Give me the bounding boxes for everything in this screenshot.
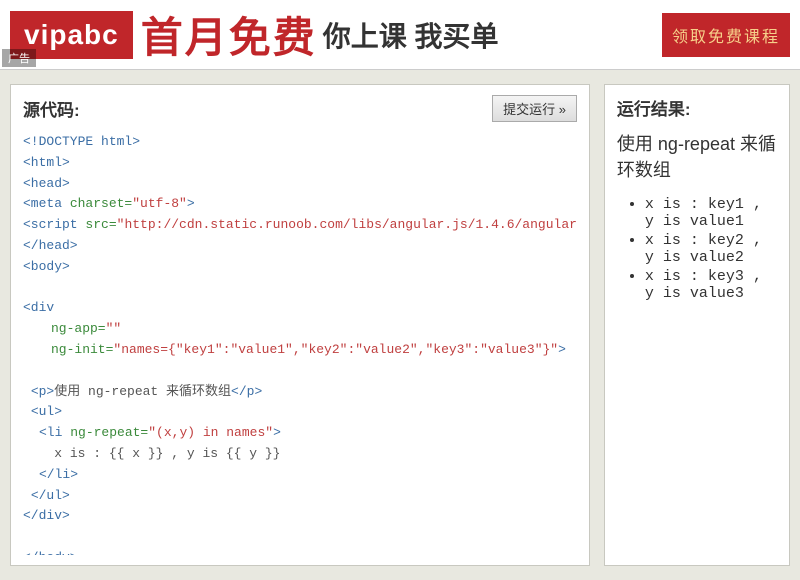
code-line: </ul>: [31, 488, 70, 503]
code-line: <ul>: [31, 404, 62, 419]
code-attr: ng-init=: [51, 342, 113, 357]
run-button[interactable]: 提交运行 »: [492, 95, 577, 122]
code-line: </p>: [231, 384, 262, 399]
code-attr: ng-repeat=: [70, 425, 148, 440]
code-line: </div>: [23, 508, 70, 523]
source-panel: 源代码: 提交运行 » <!DOCTYPE html> <html> <head…: [10, 84, 590, 566]
ad-label: 广告: [2, 49, 36, 67]
code-editor[interactable]: <!DOCTYPE html> <html> <head> <meta char…: [23, 132, 577, 555]
code-line: </li>: [39, 467, 78, 482]
code-line: >: [558, 342, 566, 357]
result-panel-header: 运行结果:: [617, 95, 777, 120]
list-item: x is : key1 , y is value1: [645, 196, 777, 230]
result-list: x is : key1 , y is value1 x is : key2 , …: [617, 196, 777, 302]
source-title: 源代码:: [23, 96, 80, 121]
code-line: </body>: [23, 550, 78, 555]
ad-headline: 首月免费: [141, 4, 317, 65]
code-line: >: [187, 196, 195, 211]
source-panel-header: 源代码: 提交运行 »: [23, 95, 577, 122]
code-attr: src=: [85, 217, 116, 232]
code-attr: ng-app=: [51, 321, 106, 336]
code-line: <script: [23, 217, 85, 232]
code-str: "names={"key1":"value1","key2":"value2",…: [113, 342, 558, 357]
code-line: <html>: [23, 155, 70, 170]
code-str: "http://cdn.static.runoob.com/libs/angul…: [117, 217, 577, 232]
ad-cta-button[interactable]: 领取免费课程: [662, 13, 790, 57]
code-line: >: [273, 425, 281, 440]
code-str: "(x,y) in names": [148, 425, 273, 440]
code-line: <meta: [23, 196, 70, 211]
list-item: x is : key3 , y is value3: [645, 268, 777, 302]
code-line: <p>: [31, 384, 54, 399]
code-line: </head>: [23, 238, 78, 253]
code-text: x is : {{ x }} , y is {{ y }}: [54, 446, 280, 461]
code-text: 使用 ng-repeat 来循环数组: [54, 384, 231, 399]
code-str: "utf-8": [132, 196, 187, 211]
code-line: <body>: [23, 259, 70, 274]
result-heading: 使用 ng-repeat 来循环数组: [617, 130, 777, 182]
code-line: <li: [39, 425, 70, 440]
code-line: <div: [23, 300, 54, 315]
code-line: <!DOCTYPE html>: [23, 134, 140, 149]
result-title: 运行结果:: [617, 95, 691, 120]
main-content: 源代码: 提交运行 » <!DOCTYPE html> <html> <head…: [0, 70, 800, 580]
ad-subtext: 你上课 我买单: [323, 15, 499, 55]
list-item: x is : key2 , y is value2: [645, 232, 777, 266]
code-attr: charset=: [70, 196, 132, 211]
code-str: "": [106, 321, 122, 336]
code-line: <head>: [23, 176, 70, 191]
ad-banner: vipabc 首月免费 你上课 我买单 领取免费课程 广告: [0, 0, 800, 70]
result-panel: 运行结果: 使用 ng-repeat 来循环数组 x is : key1 , y…: [604, 84, 790, 566]
